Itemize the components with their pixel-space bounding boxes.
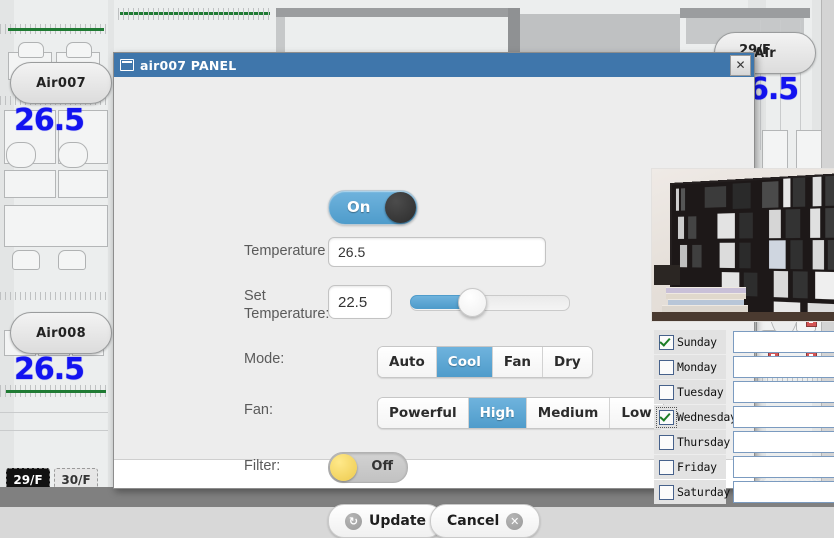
checkbox-friday[interactable] xyxy=(659,460,674,475)
schedule-day-cell-saturday[interactable]: Saturday xyxy=(654,480,726,504)
close-circle-icon: ✕ xyxy=(506,513,523,530)
schedule-input-sunday[interactable] xyxy=(733,331,834,353)
mode-option-fan[interactable]: Fan xyxy=(493,347,543,377)
cancel-button-label: Cancel xyxy=(447,513,499,529)
cancel-button[interactable]: Cancel ✕ xyxy=(430,504,540,538)
schedule-day-cell-monday[interactable]: Monday xyxy=(654,355,726,379)
schedule-input-friday[interactable] xyxy=(733,456,834,478)
set-temperature-input[interactable] xyxy=(328,285,392,319)
air-panel-dialog: air007 PANEL ✕ On Temperature Set Temper… xyxy=(113,52,755,489)
close-icon[interactable]: ✕ xyxy=(730,55,751,76)
mode-label: Mode: xyxy=(244,351,284,368)
mode-option-dry[interactable]: Dry xyxy=(543,347,592,377)
day-label-saturday: Saturday xyxy=(677,485,730,499)
schedule-row: Thursday xyxy=(654,430,834,454)
device-temp-air-right: 6.5 xyxy=(748,72,798,107)
weekly-schedule: Sunday Monday Tuesday xyxy=(654,330,834,505)
device-badge-air007[interactable]: Air007 xyxy=(10,62,112,104)
power-toggle-label: On xyxy=(347,198,370,216)
schedule-day-cell-wednesday[interactable]: Wednesday xyxy=(654,405,726,429)
device-temp-air007: 26.5 xyxy=(14,103,84,138)
device-temp-air008: 26.5 xyxy=(14,352,84,387)
day-label-friday: Friday xyxy=(677,460,717,474)
update-button-label: Update xyxy=(369,513,426,529)
filter-toggle-knob[interactable] xyxy=(330,454,357,481)
mode-option-auto[interactable]: Auto xyxy=(378,347,437,377)
checkbox-tuesday[interactable] xyxy=(659,385,674,400)
schedule-row: Friday xyxy=(654,455,834,479)
filter-toggle-label: Off xyxy=(371,459,393,474)
schedule-input-wednesday[interactable] xyxy=(733,406,834,428)
filter-label: Filter: xyxy=(244,458,280,475)
schedule-day-cell-sunday[interactable]: Sunday xyxy=(654,330,726,354)
window-icon xyxy=(120,59,134,71)
fan-option-powerful[interactable]: Powerful xyxy=(378,398,469,428)
power-toggle-knob[interactable] xyxy=(385,192,416,223)
day-label-monday: Monday xyxy=(677,360,717,374)
temperature-label: Temperature xyxy=(244,243,325,260)
schedule-day-cell-tuesday[interactable]: Tuesday xyxy=(654,380,726,404)
update-button[interactable]: ↻ Update xyxy=(328,504,443,538)
schedule-row: Tuesday xyxy=(654,380,834,404)
fan-segmented-control[interactable]: Powerful High Medium Low xyxy=(377,397,664,429)
set-temperature-label-line2: Temperature: xyxy=(244,306,329,323)
schedule-input-saturday[interactable] xyxy=(733,481,834,503)
fan-label: Fan: xyxy=(244,402,273,419)
refresh-icon: ↻ xyxy=(345,513,362,530)
power-toggle[interactable]: On xyxy=(328,190,418,225)
day-label-sunday: Sunday xyxy=(677,335,717,349)
checkbox-thursday[interactable] xyxy=(659,435,674,450)
set-temperature-label-line1: Set xyxy=(244,288,266,305)
checkbox-saturday[interactable] xyxy=(659,485,674,500)
schedule-day-cell-thursday[interactable]: Thursday xyxy=(654,430,726,454)
slider-handle[interactable] xyxy=(458,288,487,317)
schedule-row: Sunday xyxy=(654,330,834,354)
controls-column: On Temperature Set Temperature: Mode: Au… xyxy=(114,77,514,459)
day-label-wednesday: Wednesday xyxy=(677,410,737,424)
schedule-row: Saturday xyxy=(654,480,834,504)
day-label-thursday: Thursday xyxy=(677,435,730,449)
device-photo xyxy=(651,168,834,322)
mode-option-cool[interactable]: Cool xyxy=(437,347,493,377)
device-badge-label: Air007 xyxy=(36,76,86,91)
schedule-row: Wednesday xyxy=(654,405,834,429)
temperature-input[interactable] xyxy=(328,237,546,267)
filter-toggle[interactable]: Off xyxy=(328,452,408,483)
dialog-title: air007 PANEL xyxy=(140,58,236,73)
checkbox-sunday[interactable] xyxy=(659,335,674,350)
device-badge-label: Air008 xyxy=(36,326,86,341)
schedule-input-tuesday[interactable] xyxy=(733,381,834,403)
schedule-day-cell-friday[interactable]: Friday xyxy=(654,455,726,479)
set-temperature-slider[interactable] xyxy=(410,295,570,309)
dialog-body: On Temperature Set Temperature: Mode: Au… xyxy=(114,77,754,459)
checkbox-monday[interactable] xyxy=(659,360,674,375)
day-label-tuesday: Tuesday xyxy=(677,385,723,399)
fan-option-medium[interactable]: Medium xyxy=(527,398,611,428)
schedule-input-thursday[interactable] xyxy=(733,431,834,453)
dialog-titlebar[interactable]: air007 PANEL ✕ xyxy=(114,53,754,77)
fan-option-high[interactable]: High xyxy=(469,398,527,428)
schedule-row: Monday xyxy=(654,355,834,379)
schedule-input-monday[interactable] xyxy=(733,356,834,378)
mode-segmented-control[interactable]: Auto Cool Fan Dry xyxy=(377,346,593,378)
checkbox-wednesday[interactable] xyxy=(659,410,674,425)
device-badge-air008[interactable]: Air008 xyxy=(10,312,112,354)
